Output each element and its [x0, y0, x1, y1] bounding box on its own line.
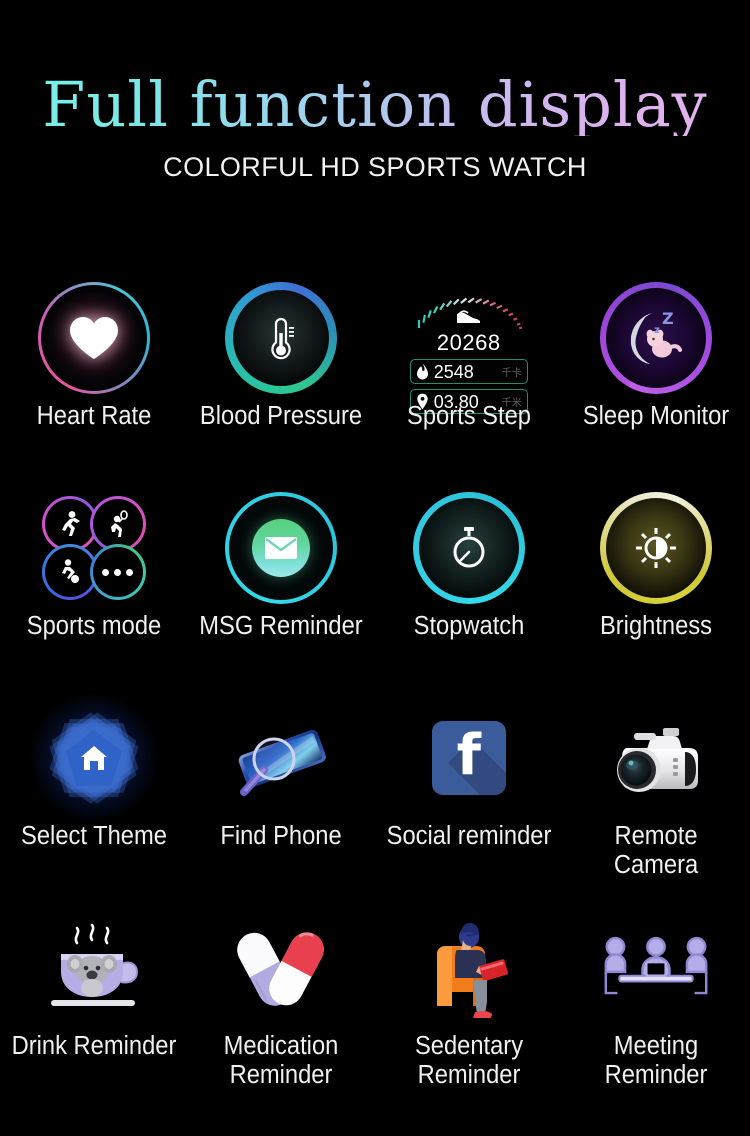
- feature-label: Find Phone: [220, 822, 342, 850]
- meeting-reminder-icon-wrap: [600, 912, 712, 1024]
- feature-label: Sports mode: [26, 612, 161, 640]
- feature-label: Blood Pressure: [200, 402, 363, 430]
- facebook-f-glyph: f: [456, 723, 481, 789]
- page-title: Full function display: [0, 0, 750, 136]
- sun-half-icon: [634, 526, 678, 570]
- sports-mode-icon-wrap: [38, 492, 150, 604]
- envelope-icon: [252, 519, 311, 577]
- feature-label: Remote Camera: [614, 822, 699, 879]
- calories-row: 2548 千卡: [409, 359, 528, 384]
- feature-grid: Heart Rate Blood Pressure 20268 2548 千卡 …: [0, 282, 750, 1122]
- sleep-monitor-icon-wrap: Z z: [600, 282, 713, 394]
- feature-item-blood-pressure[interactable]: Blood Pressure: [188, 282, 376, 492]
- feature-item-sports-mode[interactable]: Sports mode: [0, 492, 188, 702]
- camera-icon: [617, 728, 699, 792]
- moon-sleep-icon: Z z: [619, 303, 693, 373]
- svg-text:z: z: [654, 325, 660, 336]
- feature-item-select-theme[interactable]: Select Theme: [0, 694, 188, 912]
- pills-icon: [237, 932, 325, 1006]
- feature-label: Sedentary Reminder: [414, 1032, 523, 1089]
- feature-label: MSG Reminder: [199, 612, 363, 640]
- steam-icon: [74, 923, 110, 945]
- svg-text:Z: Z: [662, 309, 674, 328]
- phone-search-icon: [222, 712, 340, 804]
- remote-camera-icon-wrap: [600, 702, 712, 814]
- more-sports-icon: [89, 544, 146, 600]
- page-subtitle: COLORFUL HD SPORTS WATCH: [163, 152, 587, 182]
- feature-item-heart-rate[interactable]: Heart Rate: [0, 282, 188, 492]
- feature-item-social-reminder[interactable]: f Social reminder: [375, 702, 563, 912]
- feature-item-meeting-reminder[interactable]: Meeting Reminder: [563, 912, 750, 1122]
- feature-label: Drink Reminder: [11, 1032, 177, 1060]
- stopwatch-icon: [449, 526, 489, 570]
- medication-reminder-icon-wrap: [225, 912, 337, 1024]
- social-reminder-icon-wrap: f: [413, 702, 525, 814]
- header: Full function display COLORFUL HD SPORTS…: [0, 0, 750, 183]
- meeting-table-icon: [604, 936, 708, 995]
- facebook-icon: f: [431, 721, 506, 795]
- feature-label: Heart Rate: [36, 402, 152, 430]
- brightness-icon-wrap: [600, 492, 713, 604]
- heart-rate-icon-wrap: [37, 282, 150, 394]
- flame-icon: [416, 363, 428, 380]
- feature-item-sleep-monitor[interactable]: Z z Sleep Monitor: [563, 282, 750, 492]
- feature-label: Sleep Monitor: [583, 402, 730, 430]
- select-theme-icon-wrap: [29, 694, 158, 822]
- feature-item-msg-reminder[interactable]: MSG Reminder: [188, 492, 376, 702]
- step-gauge-icon: 20268 2548 千卡 03.80 千米: [409, 286, 528, 414]
- calories-unit: 千卡: [501, 368, 522, 379]
- blood-pressure-icon-wrap: [225, 282, 338, 394]
- sports-step-icon-wrap: 20268 2548 千卡 03.80 千米: [409, 282, 528, 414]
- coffee-koala-icon: [50, 923, 138, 1006]
- feature-label: Select Theme: [20, 822, 167, 850]
- feature-item-brightness[interactable]: Brightness: [563, 492, 750, 702]
- home-flower-icon: [38, 702, 150, 814]
- feature-showcase-page: Full function display COLORFUL HD SPORTS…: [0, 0, 750, 1136]
- sports-quad-icon: [41, 496, 146, 600]
- feature-item-medication-reminder[interactable]: Medication Reminder: [188, 912, 376, 1122]
- home-icon: [80, 746, 107, 770]
- heart-icon: [67, 314, 121, 362]
- feature-item-stopwatch[interactable]: Stopwatch: [375, 492, 563, 702]
- calories-value: 2548: [433, 361, 474, 382]
- feature-label: Sports Step: [406, 402, 531, 430]
- sedentary-reminder-icon-wrap: [413, 912, 525, 1024]
- feature-label: Medication Reminder: [223, 1032, 339, 1089]
- feature-item-drink-reminder[interactable]: Drink Reminder: [0, 912, 188, 1122]
- msg-reminder-icon-wrap: [225, 492, 338, 604]
- step-count-value: 20268: [436, 330, 501, 355]
- sitting-person-icon: [436, 923, 508, 1018]
- feature-item-sports-step[interactable]: 20268 2548 千卡 03.80 千米 Sports Step: [375, 282, 563, 492]
- feature-label: Brightness: [600, 612, 713, 640]
- feature-label: Stopwatch: [413, 612, 525, 640]
- drink-reminder-icon-wrap: [38, 912, 150, 1024]
- feature-label: Meeting Reminder: [604, 1032, 708, 1089]
- feature-label: Social reminder: [386, 822, 552, 850]
- stopwatch-icon-wrap: [412, 492, 525, 604]
- feature-item-remote-camera[interactable]: Remote Camera: [563, 702, 750, 912]
- feature-item-find-phone[interactable]: Find Phone: [188, 702, 376, 912]
- find-phone-icon-wrap: [225, 702, 337, 814]
- feature-item-sedentary-reminder[interactable]: Sedentary Reminder: [375, 912, 563, 1122]
- thermometer-icon: [264, 315, 298, 361]
